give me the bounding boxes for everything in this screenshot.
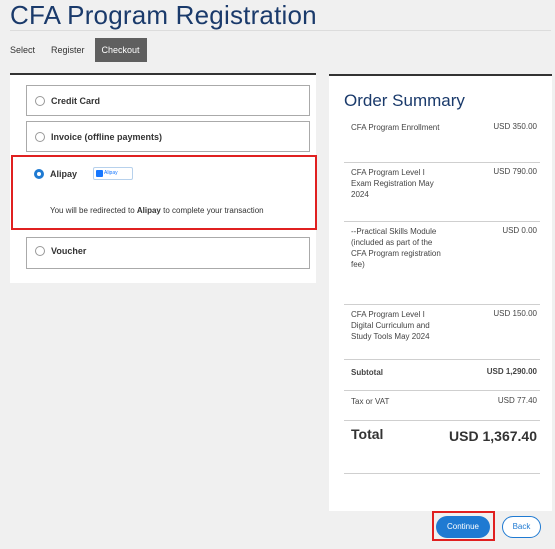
line-item-desc: CFA Program Level I Digital Curriculum a… — [351, 310, 430, 341]
alipay-logo: Alipay — [93, 167, 133, 180]
subtotal-label: Subtotal — [351, 368, 383, 377]
total-label: Total — [351, 426, 384, 442]
page-title: CFA Program Registration — [10, 0, 317, 30]
order-summary-panel: Order Summary CFA Program Enrollment USD… — [329, 74, 552, 511]
radio-credit-card[interactable] — [35, 96, 45, 106]
line-item-amount: USD 150.00 — [493, 309, 537, 318]
title-divider — [10, 30, 551, 31]
payment-option-voucher[interactable]: Voucher — [26, 237, 310, 269]
order-summary-title: Order Summary — [344, 91, 465, 110]
payment-panel: Credit Card Invoice (offline payments) A… — [10, 73, 316, 283]
radio-alipay[interactable] — [34, 169, 44, 179]
checkout-steps: Select Register Checkout — [10, 38, 147, 62]
alipay-label: Alipay — [50, 169, 78, 179]
tax-label: Tax or VAT — [351, 397, 390, 406]
summary-row-subtotal: Subtotal USD 1,290.00 — [344, 367, 540, 391]
radio-invoice[interactable] — [35, 132, 45, 142]
voucher-label: Voucher — [51, 246, 87, 256]
summary-row-tax: Tax or VAT USD 77.40 — [344, 396, 540, 421]
tax-amount: USD 77.40 — [497, 396, 537, 405]
invoice-label: Invoice (offline payments) — [51, 132, 163, 142]
summary-row-exam: CFA Program Level I Exam Registration Ma… — [344, 167, 540, 222]
line-item-desc: CFA Program Enrollment — [351, 123, 440, 132]
alipay-redirect-note: You will be redirected to Alipay to comp… — [50, 206, 264, 215]
total-amount: USD 1,367.40 — [449, 428, 537, 444]
line-item-desc: --Practical Skills Module (included as p… — [351, 227, 441, 269]
summary-row-enrollment: CFA Program Enrollment USD 350.00 — [344, 122, 540, 163]
subtotal-amount: USD 1,290.00 — [486, 367, 537, 376]
step-checkout[interactable]: Checkout — [94, 38, 147, 62]
radio-voucher[interactable] — [35, 246, 45, 256]
credit-card-label: Credit Card — [51, 96, 101, 106]
payment-option-credit-card[interactable]: Credit Card — [26, 85, 310, 116]
line-item-desc: CFA Program Level I Exam Registration Ma… — [351, 168, 434, 199]
line-item-amount: USD 350.00 — [493, 122, 537, 131]
back-button[interactable]: Back — [502, 516, 541, 538]
step-register[interactable]: Register — [43, 38, 93, 62]
line-item-amount: USD 790.00 — [493, 167, 537, 176]
summary-row-curriculum: CFA Program Level I Digital Curriculum a… — [344, 309, 540, 360]
summary-row-practical-skills: --Practical Skills Module (included as p… — [344, 226, 540, 305]
line-item-amount: USD 0.00 — [502, 226, 537, 235]
alipay-mark-icon — [96, 170, 103, 177]
payment-option-alipay[interactable]: Alipay Alipay You will be redirected to … — [26, 158, 310, 233]
summary-row-total: Total USD 1,367.40 — [344, 426, 540, 474]
payment-option-invoice[interactable]: Invoice (offline payments) — [26, 121, 310, 152]
continue-button[interactable]: Continue — [436, 516, 490, 538]
step-select[interactable]: Select — [10, 38, 43, 62]
